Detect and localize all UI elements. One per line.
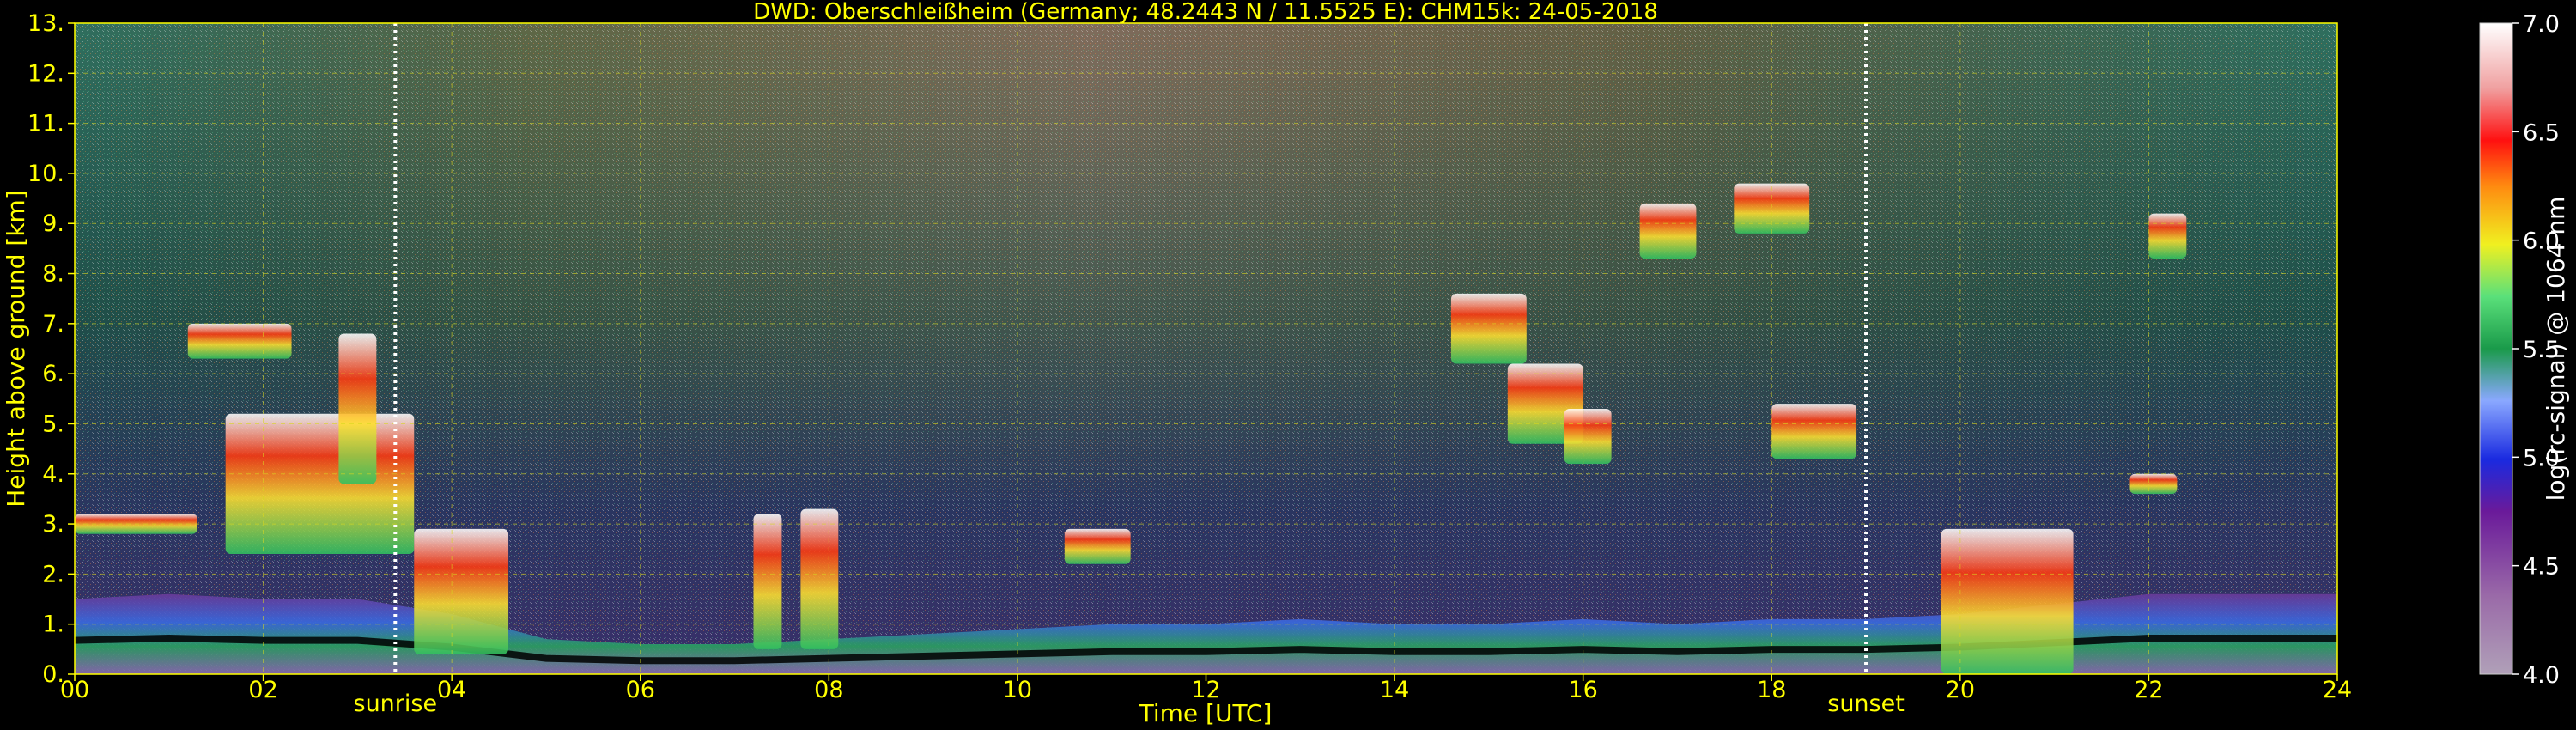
x-axis-label: Time [UTC] xyxy=(1139,699,1273,727)
x-tick-label: 22 xyxy=(2134,677,2163,703)
x-tick-label: 14 xyxy=(1380,677,1409,703)
y-tick-label: 6. xyxy=(42,361,64,387)
colorbar-tick-label: 6.5 xyxy=(2523,119,2560,146)
y-tick-label: 13. xyxy=(27,10,64,37)
y-tick-label: 11. xyxy=(27,111,64,137)
y-tick-label: 7. xyxy=(42,311,64,338)
y-tick-label: 2. xyxy=(42,561,64,587)
y-tick-label: 9. xyxy=(42,210,64,237)
cloud-layer-13 xyxy=(1734,183,1810,234)
cloud-layer-11 xyxy=(1564,408,1612,465)
x-tick-label: 16 xyxy=(1568,677,1597,703)
cloud-layer-16 xyxy=(2129,473,2178,495)
sunrise-label: sunrise xyxy=(354,690,438,717)
cloud-layer-5 xyxy=(414,528,509,654)
x-tick-label: 20 xyxy=(1946,677,1975,703)
cloud-layer-4 xyxy=(338,333,377,484)
cloud-layer-8 xyxy=(1064,528,1131,564)
cloud-layer-2 xyxy=(187,323,292,359)
x-tick-label: 02 xyxy=(248,677,277,703)
y-tick-label: 5. xyxy=(42,411,64,437)
cloud-layer-14 xyxy=(1771,404,1857,459)
x-tick-label: 10 xyxy=(1003,677,1032,703)
x-tick-label: 08 xyxy=(814,677,843,703)
cloud-layer-9 xyxy=(1450,293,1527,364)
x-tick-label: 04 xyxy=(437,677,466,703)
x-tick-label: 24 xyxy=(2323,677,2352,703)
y-tick-label: 0. xyxy=(42,661,64,688)
chart-title: DWD: Oberschleißheim (Germany; 48.2443 N… xyxy=(753,0,1658,25)
colorbar-tick-label: 4.5 xyxy=(2523,554,2560,581)
cloud-layer-12 xyxy=(1639,203,1697,259)
colorbar-label: log(rc-signal) @ 1064 nm xyxy=(2542,197,2570,502)
y-axis-ticks: 0. 1. 2. 3. 4. 5. 6. 7. 8. 9. 10. 11. 12. 13. xyxy=(27,10,75,688)
colorbar-tick-label: 4.0 xyxy=(2523,662,2560,689)
colorbar xyxy=(2479,22,2513,675)
cloud-layer-3 xyxy=(225,413,415,555)
cloud-layer-7 xyxy=(800,508,839,649)
cloud-layer-6 xyxy=(753,514,782,649)
y-tick-label: 3. xyxy=(42,511,64,538)
ceilometer-chart: sunrise sunset 00 02 04 06 08 10 12 14 16 18 20 22 24… xyxy=(2,0,2570,727)
y-axis-label: Height above ground [km] xyxy=(2,190,30,508)
x-tick-label: 18 xyxy=(1757,677,1786,703)
colorbar-tick-label: 7.0 xyxy=(2523,11,2560,38)
y-tick-label: 12. xyxy=(27,60,64,87)
cloud-layer-15 xyxy=(1941,528,2074,674)
y-tick-label: 4. xyxy=(42,461,64,488)
sunset-label: sunset xyxy=(1827,690,1905,717)
x-tick-label: 06 xyxy=(626,677,655,703)
y-tick-label: 10. xyxy=(27,161,64,187)
cloud-layer-17 xyxy=(2148,213,2187,259)
y-tick-label: 8. xyxy=(42,261,64,288)
y-tick-label: 1. xyxy=(42,611,64,638)
